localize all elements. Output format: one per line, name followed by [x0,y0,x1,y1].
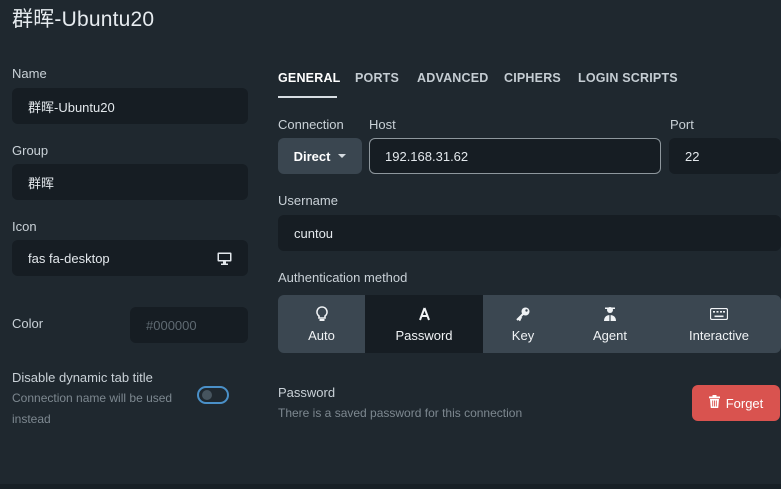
color-field[interactable] [130,307,248,343]
connection-value: Direct [293,148,331,164]
trash-icon [708,395,720,411]
connection-dropdown[interactable]: Direct [278,138,362,174]
username-label: Username [278,193,338,208]
auth-option-auto[interactable]: Auto [278,295,365,353]
group-value: 群晖 [28,175,55,191]
auth-option-key-label: Key [511,328,535,343]
username-value: cuntou [294,225,334,241]
lightbulb-icon [315,305,328,323]
icon-label: Icon [12,219,37,234]
port-value: 22 [685,148,700,164]
tab-ciphers[interactable]: CIPHERS [504,71,561,85]
icon-field[interactable]: fas fa-desktop [12,240,248,276]
tab-advanced[interactable]: ADVANCED [417,71,489,85]
tab-login-scripts[interactable]: LOGIN SCRIPTS [578,71,678,85]
name-field[interactable]: 群晖-Ubuntu20 [12,88,248,124]
auth-option-agent-label: Agent [593,328,627,343]
dynamic-title-help: Connection name will be used instead [12,388,172,430]
password-help: There is a saved password for this conne… [278,406,523,420]
auth-option-password-label: Password [395,328,453,343]
icon-value: fas fa-desktop [28,250,110,266]
forget-password-button[interactable]: Forget [692,385,780,421]
bottom-divider [0,484,781,489]
tab-general[interactable]: GENERAL [278,71,341,85]
tab-ports[interactable]: PORTS [355,71,399,85]
forget-label: Forget [725,395,764,411]
auth-option-key[interactable]: Key [483,295,563,353]
auth-method-label: Authentication method [278,270,408,285]
keyboard-icon [710,305,728,323]
desktop-icon [217,252,232,268]
group-field[interactable]: 群晖 [12,164,248,200]
auth-option-password[interactable]: Password [365,295,483,353]
port-input[interactable]: 22 [669,138,781,174]
page-title: 群晖-Ubuntu20 [12,8,155,31]
color-input[interactable] [146,317,248,333]
port-label: Port [670,117,694,132]
host-input[interactable]: 192.168.31.62 [369,138,661,174]
dynamic-title-toggle[interactable] [197,386,229,404]
auth-option-agent[interactable]: Agent [563,295,657,353]
username-input[interactable]: cuntou [278,215,781,251]
connection-label: Connection [278,117,344,132]
auth-option-auto-label: Auto [308,328,335,343]
dynamic-title-label: Disable dynamic tab title [12,370,153,385]
agent-icon [603,305,617,323]
active-tab-indicator [278,96,337,98]
name-value: 群晖-Ubuntu20 [28,99,115,115]
font-icon [418,305,431,323]
dynamic-title-help-line-1: Connection name will be used [12,391,173,405]
caret-down-icon [338,154,347,158]
password-label: Password [278,385,336,400]
dynamic-title-help-line-2: instead [12,412,51,426]
host-value: 192.168.31.62 [385,148,469,164]
toggle-knob [202,390,212,400]
auth-option-interactive[interactable]: Interactive [657,295,781,353]
color-label: Color [12,316,44,331]
host-label: Host [369,117,396,132]
name-label: Name [12,66,47,81]
key-icon [515,305,531,323]
group-label: Group [12,143,49,158]
auth-option-interactive-label: Interactive [689,328,749,343]
auth-method-selector: Auto Password Key Agent Interactive [278,295,781,353]
